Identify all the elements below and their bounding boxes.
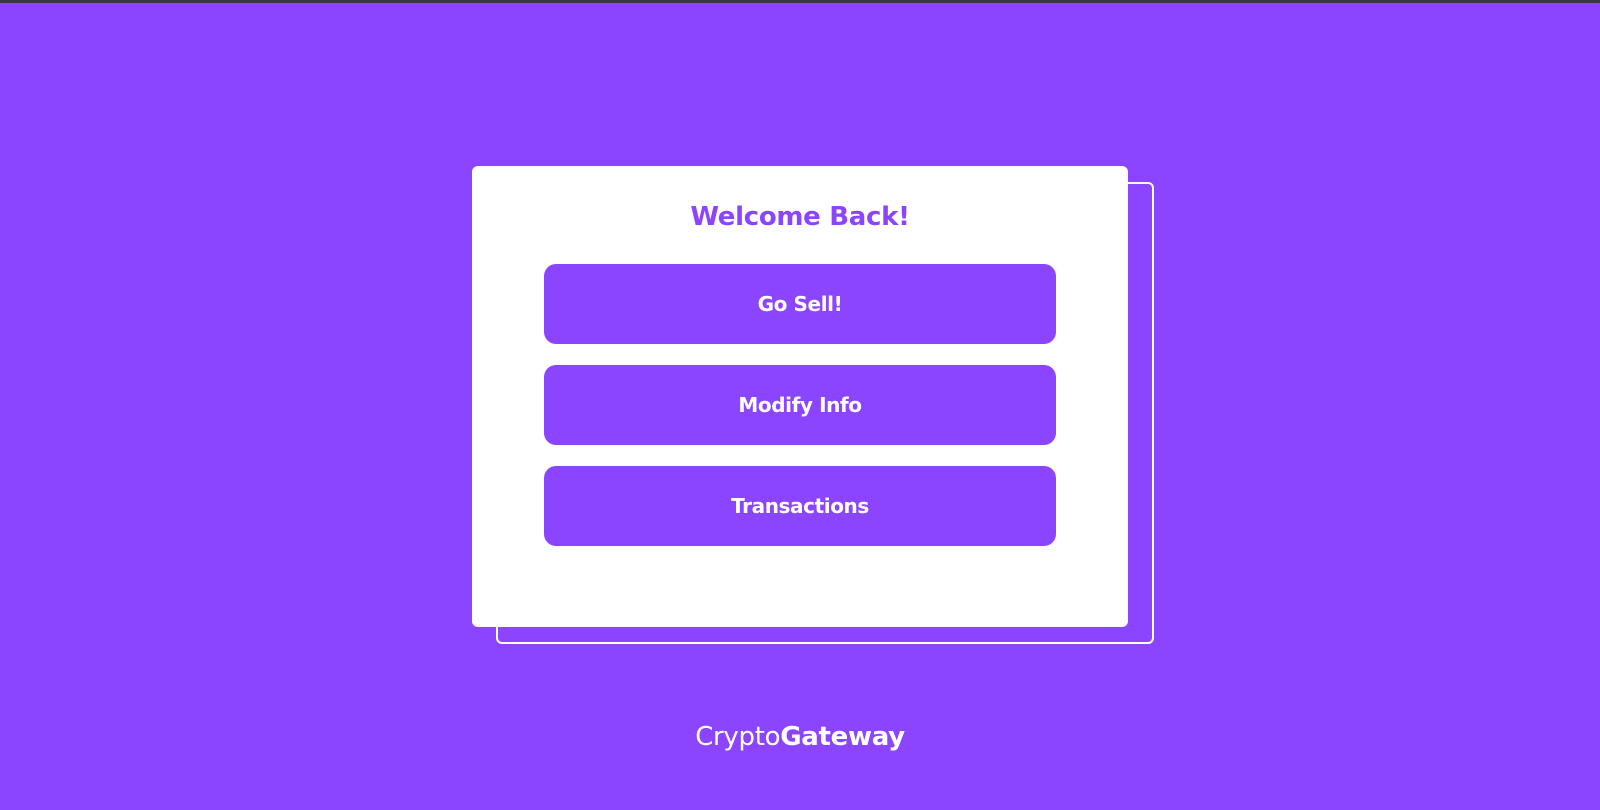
brand-logo-bold: Gateway	[780, 722, 905, 752]
window-top-strip	[0, 0, 1600, 3]
brand-logo-light: Crypto	[695, 722, 781, 752]
transactions-button[interactable]: Transactions	[544, 466, 1056, 546]
go-sell-button[interactable]: Go Sell!	[544, 264, 1056, 344]
card-title: Welcome Back!	[690, 202, 910, 232]
modify-info-button[interactable]: Modify Info	[544, 365, 1056, 445]
welcome-card: Welcome Back! Go Sell! Modify Info Trans…	[472, 166, 1128, 627]
brand-logo: CryptoGateway	[0, 722, 1600, 752]
